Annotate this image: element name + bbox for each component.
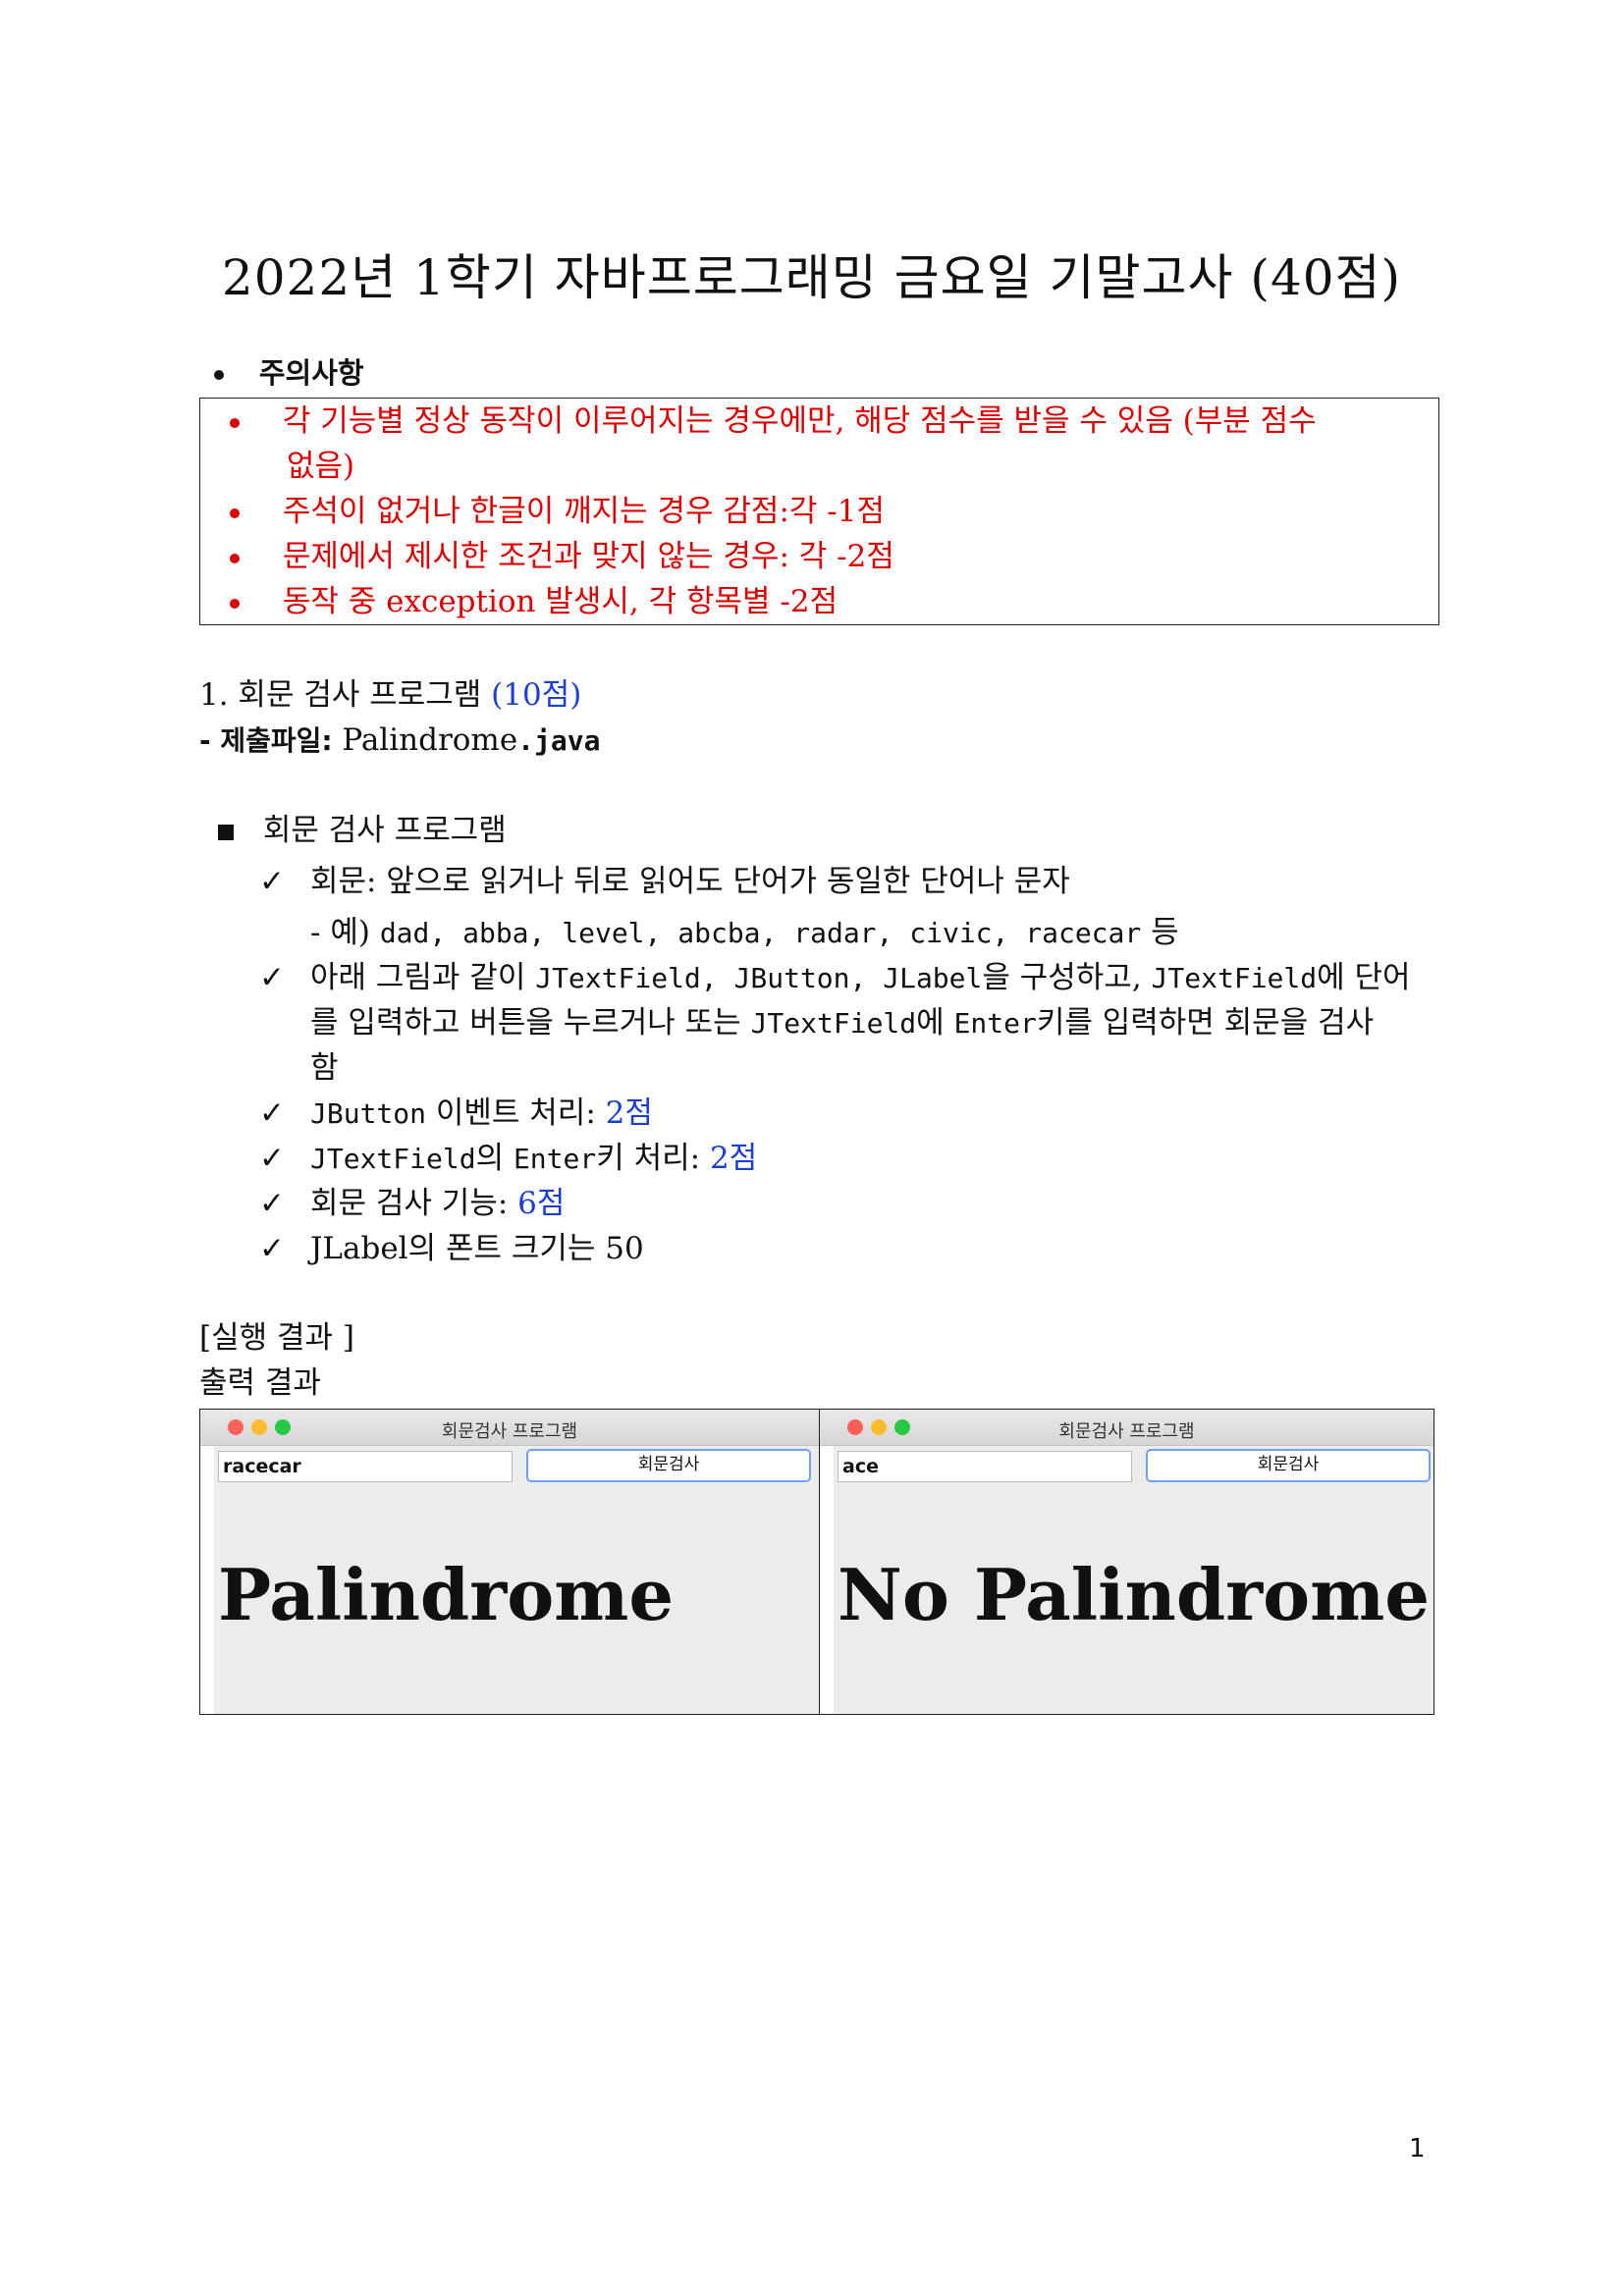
page-title: 2022년 1학기 자바프로그래밍 금요일 기말고사 (40점)	[221, 249, 1402, 306]
notice-item: 동작 중 exception 발생시, 각 항목별 -2점	[230, 579, 838, 624]
checkmark-icon: ✓	[259, 864, 285, 899]
notice-heading: 주의사항	[258, 356, 364, 390]
page-number: 1	[1409, 2134, 1426, 2163]
checkmark-icon: ✓	[259, 1095, 285, 1131]
section-heading: 회문 검사 프로그램	[218, 808, 507, 853]
bullet-icon	[230, 598, 240, 609]
scoring-item: ✓ JButton 이벤트 처리: 2점	[259, 1091, 653, 1137]
result-screenshots: 회문검사 프로그램 racecar 회문검사 Palindrome 회문검사 프…	[199, 1409, 1434, 1715]
question-title: 1. 회문 검사 프로그램 (10점)	[199, 677, 582, 713]
result-heading: [실행 결과 ]	[199, 1320, 354, 1356]
window-titlebar: 회문검사 프로그램	[200, 1410, 819, 1446]
question-points: (10점)	[491, 677, 582, 713]
requirement-item: ✓ 아래 그림과 같이 JTextField, JButton, JLabel을 …	[259, 955, 1411, 1001]
checkmark-icon: ✓	[259, 1186, 285, 1221]
notice-item: 주석이 없거나 한글이 깨지는 경우 감점:각 -1점	[230, 489, 885, 534]
bullet-icon	[230, 417, 240, 428]
notice-item: 각 기능별 정상 동작이 이루어지는 경우에만, 해당 점수를 받을 수 있음 …	[230, 399, 1317, 444]
window-title: 회문검사 프로그램	[1058, 1421, 1195, 1442]
definition-item: ✓ 회문: 앞으로 읽거나 뒤로 읽어도 단어가 동일한 단어나 문자	[259, 859, 1070, 904]
example-item: - 예) dad, abba, level, abcba, radar, civ…	[310, 915, 1179, 950]
result-label: No Palindrome	[838, 1553, 1431, 1636]
app-window-palindrome: 회문검사 프로그램 racecar 회문검사 Palindrome	[200, 1410, 819, 1714]
notice-item-continued: 없음)	[287, 449, 355, 484]
checkmark-icon: ✓	[259, 1231, 285, 1266]
scoring-item: ✓ JLabel의 폰트 크기는 50	[259, 1226, 644, 1271]
result-label: Palindrome	[218, 1553, 675, 1636]
requirement-continued: 함	[310, 1050, 339, 1086]
bullet-icon	[214, 369, 224, 380]
checkmark-icon: ✓	[259, 1141, 285, 1176]
scoring-item: ✓ 회문 검사 기능: 6점	[259, 1181, 565, 1226]
check-palindrome-button[interactable]: 회문검사	[526, 1449, 811, 1482]
word-input[interactable]: racecar	[218, 1451, 513, 1482]
bullet-icon	[230, 553, 240, 563]
word-input[interactable]: ace	[838, 1451, 1132, 1482]
checkmark-icon: ✓	[259, 960, 285, 995]
scoring-item: ✓ JTextField의 Enter키 처리: 2점	[259, 1136, 757, 1182]
requirement-continued: 를 입력하고 버튼을 누르거나 또는 JTextField에 Enter키를 입…	[310, 1005, 1375, 1041]
result-subheading: 출력 결과	[199, 1365, 321, 1401]
notice-item: 문제에서 제시한 조건과 맞지 않는 경우: 각 -2점	[230, 534, 894, 579]
submission-file: - 제출파일: Palindrome.java	[199, 722, 601, 758]
square-bullet-icon	[218, 824, 234, 840]
example-words: dad, abba, level, abcba, radar, civic, r…	[379, 917, 1142, 949]
app-window-no-palindrome: 회문검사 프로그램 ace 회문검사 No Palindrome	[819, 1410, 1434, 1714]
window-titlebar: 회문검사 프로그램	[820, 1410, 1434, 1446]
window-title: 회문검사 프로그램	[441, 1421, 578, 1442]
bullet-icon	[230, 507, 240, 518]
check-palindrome-button[interactable]: 회문검사	[1146, 1449, 1431, 1482]
notice-heading-row: 주의사항	[214, 350, 364, 396]
